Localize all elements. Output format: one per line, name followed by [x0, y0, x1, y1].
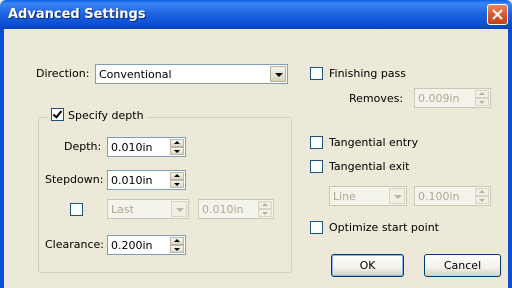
exit-length-up-button[interactable]	[475, 188, 489, 196]
direction-label: Direction:	[36, 67, 90, 80]
chevron-down-icon[interactable]	[270, 66, 286, 82]
ok-button[interactable]: OK	[331, 254, 404, 277]
stepdown-value: 0.010in	[111, 174, 153, 187]
last-pass-down-button[interactable]	[258, 209, 272, 217]
close-button[interactable]	[487, 4, 508, 25]
clearance-label: Clearance:	[45, 238, 105, 251]
exit-length-stepper[interactable]: 0.100in	[414, 186, 491, 206]
last-pass-select[interactable]: Last	[107, 199, 189, 219]
last-pass-stepper[interactable]: 0.010in	[198, 199, 274, 219]
specify-depth-header: Specify depth	[48, 108, 147, 122]
direction-value: Conventional	[99, 68, 172, 81]
depth-label: Depth:	[64, 140, 102, 153]
clearance-up-button[interactable]	[170, 237, 184, 245]
stepdown-down-button[interactable]	[170, 180, 184, 188]
window-title: Advanced Settings	[8, 7, 146, 22]
tangential-entry-label: Tangential entry	[329, 136, 419, 149]
window-frame-left	[0, 29, 4, 288]
clearance-down-button[interactable]	[170, 245, 184, 253]
cancel-button[interactable]: Cancel	[424, 254, 501, 277]
depth-down-button[interactable]	[170, 147, 184, 155]
removes-down-button[interactable]	[475, 98, 489, 106]
removes-stepper[interactable]: 0.009in	[414, 88, 491, 108]
direction-select[interactable]: Conventional	[95, 64, 288, 84]
exit-type-select[interactable]: Line	[329, 186, 407, 206]
optimize-start-label: Optimize start point	[329, 221, 439, 234]
specify-depth-checkbox[interactable]	[51, 108, 64, 121]
removes-up-button[interactable]	[475, 90, 489, 98]
last-pass-select-value: Last	[111, 203, 134, 216]
stepdown-label: Stepdown:	[45, 173, 104, 186]
removes-value: 0.009in	[418, 92, 460, 105]
last-pass-value: 0.010in	[202, 203, 244, 216]
optimize-start-checkbox[interactable]	[310, 221, 323, 234]
tangential-exit-checkbox[interactable]	[310, 160, 323, 173]
tangential-exit-label: Tangential exit	[329, 160, 410, 173]
finishing-pass-checkbox[interactable]	[310, 67, 323, 80]
stepdown-stepper[interactable]: 0.010in	[107, 170, 186, 190]
stepdown-up-button[interactable]	[170, 172, 184, 180]
depth-value: 0.010in	[111, 141, 153, 154]
exit-length-down-button[interactable]	[475, 196, 489, 204]
last-pass-checkbox[interactable]	[70, 203, 83, 216]
exit-length-value: 0.100in	[418, 190, 460, 203]
depth-up-button[interactable]	[170, 139, 184, 147]
last-pass-up-button[interactable]	[258, 201, 272, 209]
specify-depth-label: Specify depth	[68, 109, 144, 122]
chevron-down-icon[interactable]	[171, 201, 187, 217]
close-icon	[492, 9, 503, 20]
title-bar[interactable]: Advanced Settings	[0, 0, 512, 29]
finishing-pass-label: Finishing pass	[329, 67, 407, 80]
clearance-value: 0.200in	[111, 239, 153, 252]
tangential-entry-checkbox[interactable]	[310, 136, 323, 149]
clearance-stepper[interactable]: 0.200in	[107, 235, 186, 255]
window-frame-right	[508, 29, 512, 288]
removes-label: Removes:	[349, 92, 404, 105]
chevron-down-icon[interactable]	[389, 188, 405, 204]
exit-type-value: Line	[333, 190, 356, 203]
depth-stepper[interactable]: 0.010in	[107, 137, 186, 157]
